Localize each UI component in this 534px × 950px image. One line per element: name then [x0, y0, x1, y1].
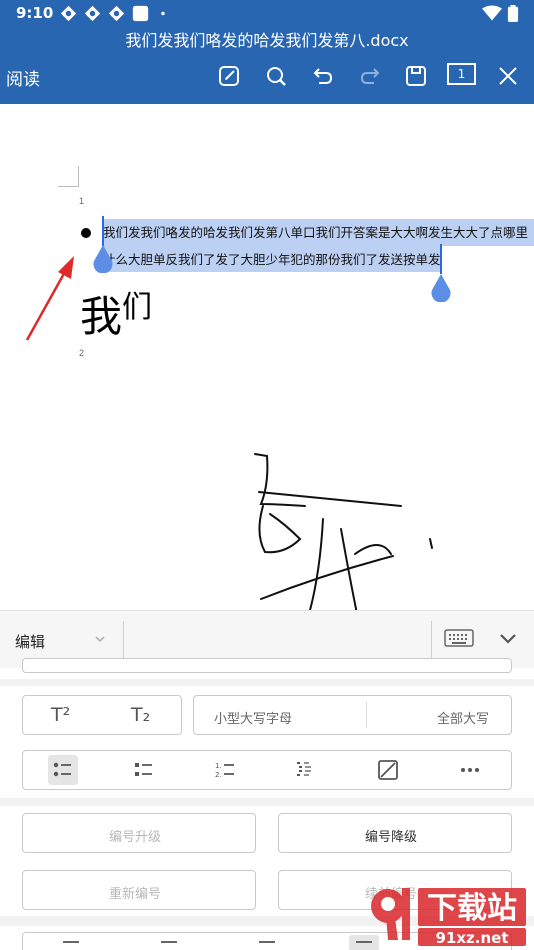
watermark-brand: 下载站 [427, 891, 517, 926]
selection-end-caret [440, 244, 442, 274]
document-title: 我们发我们咯发的哈发我们发第八.docx [125, 31, 409, 50]
demote-numbering-label: 编号降级 [365, 830, 418, 845]
watermark-url: 91xz.net [435, 929, 508, 947]
restart-numbering-button[interactable]: 重新编号 [22, 870, 256, 910]
demote-numbering-button[interactable]: 编号降级 [278, 813, 512, 853]
superscript-button[interactable]: T² [51, 704, 70, 726]
numbered-list-button[interactable]: 1. 2. [210, 755, 240, 785]
annotation-arrow [25, 256, 74, 341]
read-mode-button[interactable]: 阅读 [6, 65, 40, 90]
ink-drawing[interactable] [245, 444, 445, 610]
edit-icon [219, 66, 239, 86]
large-text: 我们 [80, 290, 153, 341]
save-icon [406, 66, 426, 86]
bullet-list-icon [53, 762, 71, 777]
bullet-list-button[interactable] [48, 755, 78, 785]
line-number: 2 [79, 348, 85, 358]
page-count-button[interactable]: 1 [447, 63, 476, 85]
selected-text-line[interactable]: 我们发我们咯发的哈发我们发第八单口我们开答案是大大啊发生大大了点哪里 [103, 219, 534, 246]
battery-icon [507, 5, 519, 22]
no-list-button[interactable] [373, 755, 403, 785]
no-list-icon [378, 760, 398, 780]
notification-icon [84, 5, 101, 22]
promote-numbering-button[interactable]: 编号升级 [22, 813, 256, 853]
align-right-icon[interactable] [257, 939, 277, 949]
wifi-icon [482, 5, 502, 21]
undo-icon [313, 68, 333, 84]
more-list-options-button[interactable] [455, 755, 485, 785]
redo-button[interactable] [355, 61, 385, 91]
edit-mode-dropdown[interactable]: 编辑 [15, 631, 45, 652]
promote-numbering-label: 编号升级 [109, 830, 162, 845]
list-style-group: 1. 2. [22, 750, 512, 790]
divider [123, 621, 124, 659]
undo-button[interactable] [308, 61, 338, 91]
panel-section [0, 658, 534, 679]
all-caps-button[interactable]: 全部大写 [437, 708, 489, 727]
search-icon [267, 67, 286, 86]
more-icon [461, 768, 479, 772]
save-button[interactable] [401, 61, 431, 91]
scrolled-option-box[interactable] [22, 658, 512, 673]
multilevel-list-icon [297, 762, 311, 776]
selection-start-handle[interactable] [92, 245, 114, 273]
svg-text:1.: 1. [215, 762, 222, 770]
chevron-down-icon[interactable] [94, 633, 106, 645]
align-left-icon[interactable] [61, 939, 81, 949]
selection-end-handle[interactable] [430, 274, 452, 302]
restart-numbering-label: 重新编号 [109, 887, 162, 902]
line-number: 1 [79, 196, 85, 206]
edit-button[interactable] [214, 61, 244, 91]
document-canvas[interactable]: 1 我们发我们咯发的哈发我们发第八单口我们开答案是大大啊发生大大了点哪里 什么大… [0, 104, 534, 610]
list-bullet [81, 228, 91, 238]
close-button[interactable] [493, 61, 523, 91]
status-clock: 9:10 [16, 4, 54, 22]
selected-text-line[interactable]: 什么大胆单反我们了发了大胆少年犯的那份我们了发送按单发 [103, 246, 441, 272]
panel-section: T² T₂ 小型大写字母 全部大写 1. 2. [0, 686, 534, 798]
notification-icon [108, 5, 125, 22]
divider [431, 621, 432, 659]
subscript-button[interactable]: T₂ [131, 704, 150, 726]
toolbar: 阅读 1 [0, 58, 534, 94]
small-caps-button[interactable]: 小型大写字母 [214, 708, 292, 727]
app-bar: 9:10 我们发我们咯发的哈发我们发第八.docx 阅读 1 [0, 0, 534, 104]
notification-icon [60, 5, 77, 22]
script-group: T² T₂ [22, 695, 182, 735]
collapse-panel-icon[interactable] [498, 631, 518, 647]
more-notifications-dot-icon [161, 11, 165, 16]
search-button[interactable] [261, 61, 291, 91]
square-bullet-list-icon [135, 763, 152, 776]
align-center-icon[interactable] [159, 939, 179, 949]
status-bar: 9:10 [0, 0, 534, 26]
multilevel-list-button[interactable] [291, 755, 321, 785]
selection-start-caret [102, 216, 104, 246]
close-icon [499, 67, 517, 85]
image-notification-icon [132, 5, 149, 22]
redo-icon [360, 68, 380, 84]
numbered-list-icon: 1.2. [215, 762, 234, 779]
square-bullet-list-button[interactable] [129, 755, 159, 785]
svg-text:2.: 2. [215, 771, 222, 779]
divider [366, 702, 367, 728]
caps-group: 小型大写字母 全部大写 [193, 695, 512, 735]
keyboard-icon[interactable] [444, 629, 474, 647]
site-watermark-logo: 下载站 91xz.net [371, 888, 526, 947]
page-margin-corner [58, 166, 79, 187]
